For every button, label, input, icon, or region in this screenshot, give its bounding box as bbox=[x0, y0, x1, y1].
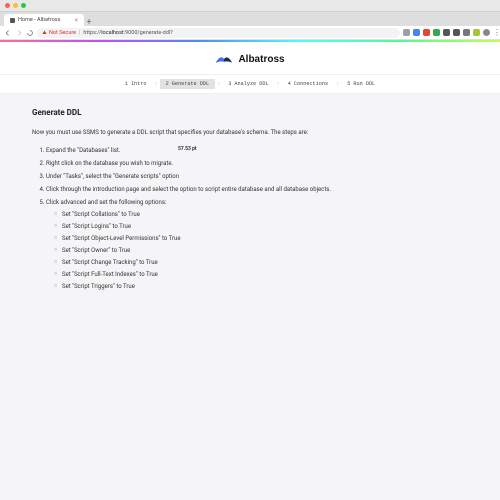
minimize-icon[interactable] bbox=[13, 3, 18, 8]
extension-icon[interactable] bbox=[433, 29, 440, 36]
url-text: https://localhost:9000/generate-ddl? bbox=[83, 30, 172, 36]
intro-text: Now you must use SSMS to generate a DDL … bbox=[32, 129, 468, 136]
list-item: Set "Script Object-Level Permissions" to… bbox=[54, 234, 468, 243]
step-label: Intro bbox=[131, 81, 147, 87]
step-label: Connections bbox=[294, 81, 328, 87]
list-item: Expand the "Databases" list. bbox=[46, 146, 468, 155]
step-intro[interactable]: 1 Intro bbox=[119, 79, 153, 89]
list-item: Right click on the database you wish to … bbox=[46, 159, 468, 168]
tabstrip: Home - Albatross × + bbox=[0, 12, 500, 26]
list-item-text: Click advanced and set the following opt… bbox=[46, 199, 166, 206]
close-tab-icon[interactable]: × bbox=[75, 17, 78, 24]
list-item: Set "Script Collations" to True bbox=[54, 210, 468, 219]
maximize-icon[interactable] bbox=[21, 3, 26, 8]
brand-name: Albatross bbox=[238, 54, 284, 65]
traffic-lights bbox=[5, 3, 26, 8]
back-button[interactable] bbox=[4, 29, 12, 37]
browser-window: Home - Albatross × + Not Secure | https:… bbox=[0, 0, 500, 500]
step-analyze-ddl[interactable]: 3 Analyze DDL bbox=[222, 79, 274, 89]
wizard-steps: 1 Intro › 2 Generate DDL › 3 Analyze DDL… bbox=[0, 74, 500, 94]
new-tab-button[interactable]: + bbox=[84, 16, 94, 26]
url-path: :9000/generate-ddl? bbox=[124, 30, 173, 36]
list-item: Set "Script Full-Text Indexes" to True bbox=[54, 270, 468, 279]
step-label: Run DDL bbox=[353, 81, 375, 87]
not-secure-label: Not Secure bbox=[49, 30, 76, 36]
chevron-right-icon: › bbox=[277, 81, 280, 87]
list-item: Set "Script Owner" to True bbox=[54, 246, 468, 255]
forward-button[interactable] bbox=[15, 29, 23, 37]
close-icon[interactable] bbox=[5, 3, 10, 8]
extension-icon[interactable] bbox=[463, 29, 470, 36]
step-connections[interactable]: 4 Connections bbox=[282, 79, 334, 89]
chevron-right-icon: › bbox=[336, 81, 339, 87]
page-content: Albatross 1 Intro › 2 Generate DDL › 3 A… bbox=[0, 42, 500, 500]
extension-icon[interactable] bbox=[413, 29, 420, 36]
titlebar bbox=[0, 0, 500, 12]
reload-button[interactable] bbox=[26, 29, 34, 37]
tab-title: Home - Albatross bbox=[18, 17, 60, 23]
options-sublist: Set "Script Collations" to True Set "Scr… bbox=[46, 210, 468, 291]
url-host: localhost bbox=[101, 30, 124, 36]
extension-icon[interactable] bbox=[453, 29, 460, 36]
address-bar[interactable]: Not Secure | https://localhost:9000/gene… bbox=[37, 28, 400, 38]
chevron-right-icon: › bbox=[217, 81, 220, 87]
star-icon[interactable] bbox=[403, 29, 410, 36]
step-generate-ddl[interactable]: 2 Generate DDL bbox=[160, 79, 215, 89]
step-num: 4 bbox=[288, 81, 291, 87]
step-num: 1 bbox=[125, 81, 128, 87]
step-num: 3 bbox=[228, 81, 231, 87]
list-item: Under "Tasks", select the "Generate scri… bbox=[46, 172, 468, 181]
extension-icons: ⋮ bbox=[403, 29, 496, 36]
chevron-right-icon: › bbox=[155, 81, 158, 87]
browser-tab[interactable]: Home - Albatross × bbox=[4, 14, 84, 26]
steps-list: Expand the "Databases" list. Right click… bbox=[32, 146, 468, 291]
step-num: 2 bbox=[166, 81, 169, 87]
menu-icon[interactable]: ⋮ bbox=[493, 29, 496, 36]
float-badge: 57.53 pt bbox=[178, 146, 197, 152]
browser-toolbar: Not Secure | https://localhost:9000/gene… bbox=[0, 26, 500, 40]
list-item: Set "Script Change Tracking" to True bbox=[54, 258, 468, 267]
extension-icon[interactable] bbox=[473, 29, 480, 36]
page-title: Generate DDL bbox=[32, 108, 468, 117]
list-item: Set "Script Triggers" to True bbox=[54, 282, 468, 291]
step-num: 5 bbox=[347, 81, 350, 87]
step-run-ddl[interactable]: 5 Run DDL bbox=[341, 79, 381, 89]
separator: | bbox=[79, 30, 80, 36]
extension-icon[interactable] bbox=[443, 29, 450, 36]
albatross-logo-icon bbox=[215, 52, 233, 66]
profile-avatar-icon[interactable] bbox=[483, 29, 490, 36]
list-item: Click advanced and set the following opt… bbox=[46, 198, 468, 291]
list-item: Set "Script Logins" to True bbox=[54, 222, 468, 231]
list-item: Click through the introduction page and … bbox=[46, 185, 468, 194]
not-secure-badge: Not Secure bbox=[42, 30, 76, 36]
step-label: Analyze DDL bbox=[234, 81, 268, 87]
extension-icon[interactable] bbox=[423, 29, 430, 36]
step-label: Generate DDL bbox=[172, 81, 209, 87]
brand-header: Albatross bbox=[0, 42, 500, 74]
page-body: Generate DDL Now you must use SSMS to ge… bbox=[0, 94, 500, 309]
favicon-icon bbox=[10, 18, 15, 23]
